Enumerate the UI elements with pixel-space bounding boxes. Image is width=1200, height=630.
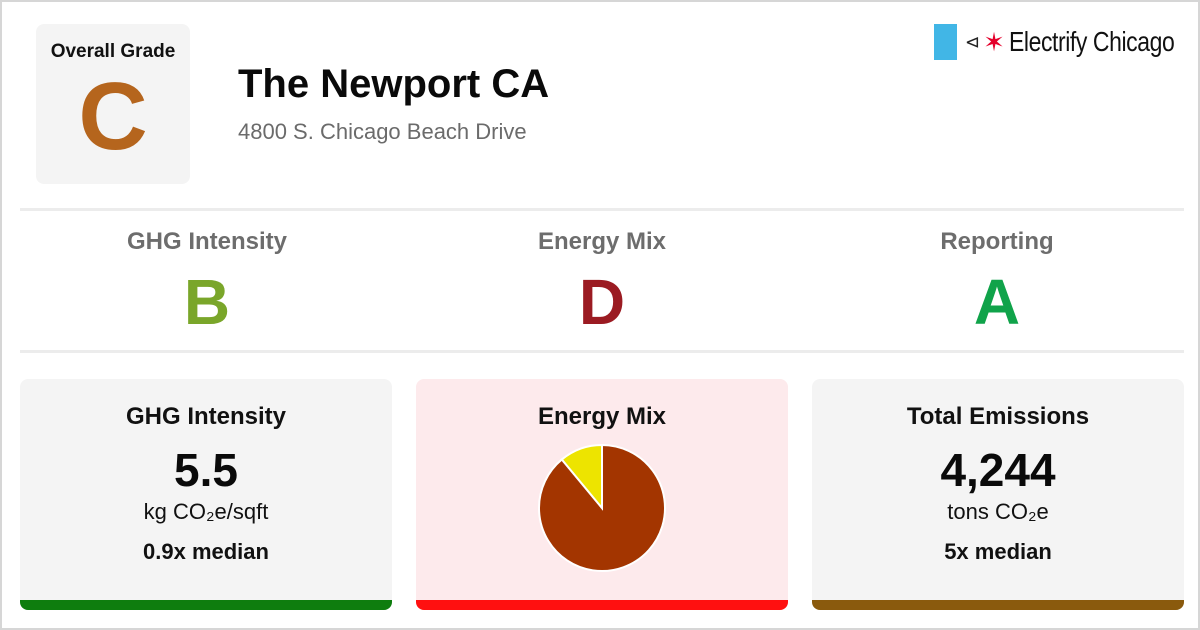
ghg-intensity-median: 0.9x median <box>143 539 269 564</box>
overall-grade-box: Overall Grade C <box>36 24 190 184</box>
subgrade-label: GHG Intensity <box>126 228 288 255</box>
overall-grade-label: Overall Grade <box>50 41 176 62</box>
subgrade-label: Energy Mix <box>537 228 667 255</box>
total-emissions-unit: tons CO₂e <box>947 499 1049 524</box>
divider-top <box>20 208 1184 211</box>
energy-mix-card: Energy Mix <box>416 379 788 610</box>
total-emissions-median: 5x median <box>944 539 1052 564</box>
subgrade-letter: A <box>973 266 1021 338</box>
subgrade-ghg: GHG Intensity B <box>12 228 402 334</box>
ghg-intensity-card: GHG Intensity 5.5 kg CO₂e/sqft 0.9x medi… <box>20 379 392 610</box>
card-accent-bar <box>812 600 1184 610</box>
card-title: Energy Mix <box>537 403 667 430</box>
subgrade-label: Reporting <box>940 228 1054 255</box>
ghg-intensity-unit: kg CO₂e/sqft <box>143 499 269 524</box>
brand-name: Electrify Chicago <box>1008 26 1175 57</box>
card-frame: Overall Grade C The Newport CA 4800 S. C… <box>0 0 1200 630</box>
subgrade-reporting: Reporting A <box>802 228 1192 334</box>
subgrade-letter: D <box>578 266 626 338</box>
building-name: The Newport CA <box>238 62 550 106</box>
flag-bar-icon <box>934 24 957 60</box>
star-icon: ✶ <box>983 27 1005 57</box>
overall-grade-letter: C <box>78 63 148 170</box>
subgrade-energy-mix: Energy Mix D <box>407 228 797 334</box>
total-emissions-card: Total Emissions 4,244 tons CO₂e 5x media… <box>812 379 1184 610</box>
divider-bottom <box>20 350 1184 353</box>
card-title: GHG Intensity <box>125 403 287 430</box>
subgrade-letter: B <box>183 266 231 338</box>
card-accent-bar <box>20 600 392 610</box>
energy-mix-pie-chart <box>538 443 666 572</box>
total-emissions-value: 4,244 <box>940 444 1056 496</box>
card-title: Total Emissions <box>906 403 1090 430</box>
brand-logo[interactable]: ⊲ ✶ Electrify Chicago <box>934 24 1200 60</box>
card-accent-bar <box>416 600 788 610</box>
ghg-intensity-value: 5.5 <box>174 444 238 496</box>
building-address: 4800 S. Chicago Beach Drive <box>238 119 527 144</box>
plug-icon: ⊲ <box>965 31 981 52</box>
